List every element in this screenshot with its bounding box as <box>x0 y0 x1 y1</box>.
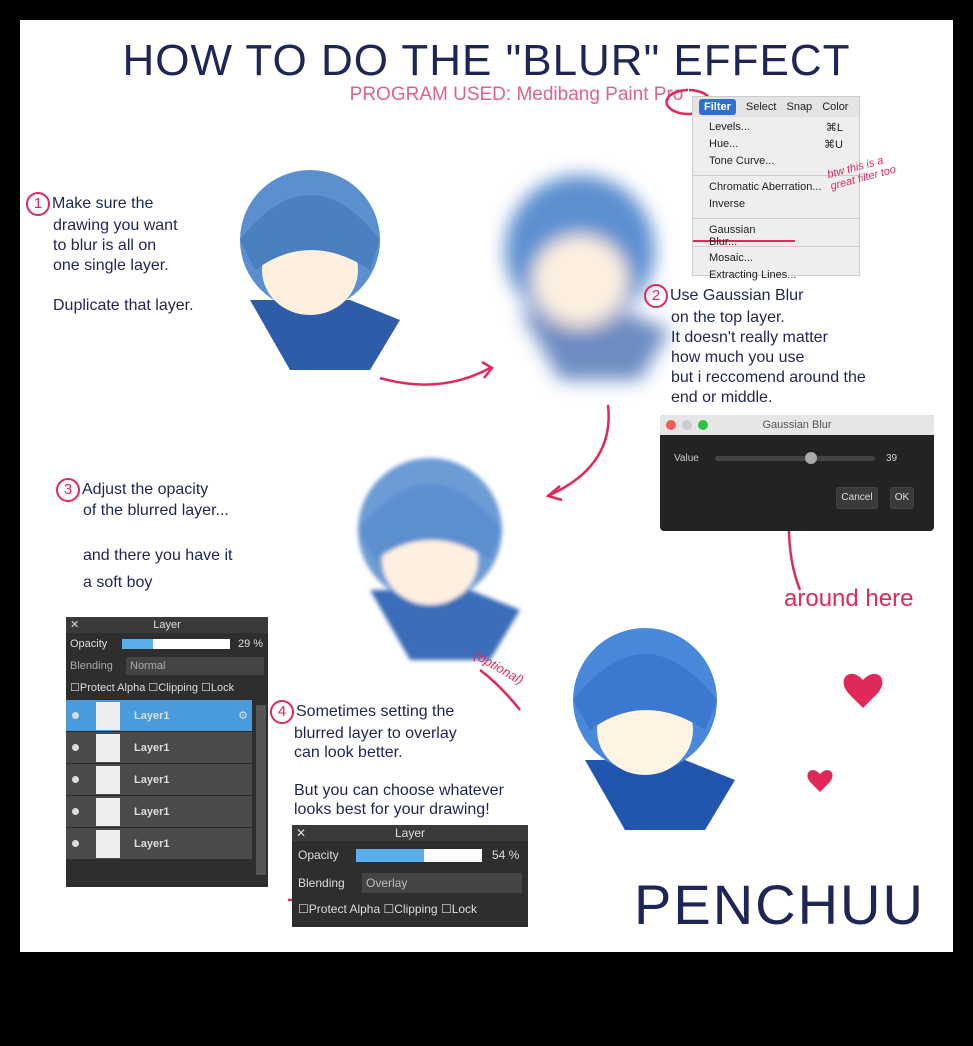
visibility-icon[interactable] <box>72 840 79 847</box>
layer-row[interactable]: Layer1 <box>66 795 252 827</box>
opacity-label: Opacity <box>298 848 339 862</box>
visibility-icon[interactable] <box>72 808 79 815</box>
opacity-value: 29 % <box>238 638 264 650</box>
blending-label: Blending <box>298 876 345 890</box>
signature: PENCHUU <box>634 873 925 936</box>
visibility-icon[interactable] <box>72 776 79 783</box>
close-icon[interactable]: ✕ <box>70 617 79 633</box>
gear-icon[interactable]: ⚙ <box>238 709 248 722</box>
character-original <box>240 170 400 370</box>
menu-snap[interactable]: Snap <box>786 101 812 113</box>
layer-row[interactable]: Layer1 <box>66 827 252 859</box>
menu-item-extracting-lines[interactable]: Extracting Lines... <box>693 268 859 285</box>
layer-row[interactable]: Layer1 <box>66 763 252 795</box>
opacity-label: Opacity <box>70 638 108 650</box>
value-slider[interactable] <box>715 452 875 464</box>
step-text: but i reccomend around the <box>671 369 866 386</box>
layer-panel: ✕ Layer Opacity 29 % Blending Normal ☐Pro… <box>66 617 268 887</box>
ok-button[interactable]: OK <box>890 487 914 509</box>
step-text: drawing you want <box>53 217 178 234</box>
step-text: one single layer. <box>53 257 169 274</box>
step-text: blurred layer to overlay <box>294 725 457 742</box>
step-text: It doesn't really matter <box>671 329 828 346</box>
protect-alpha-checkbox[interactable]: Protect Alpha <box>80 682 145 694</box>
scrollbar[interactable] <box>256 705 266 875</box>
layer-row[interactable]: Layer1 ⚙ <box>66 699 252 731</box>
menu-item-gaussian-blur[interactable]: Gaussian Blur... <box>693 223 795 248</box>
step-text: of the blurred layer... <box>83 502 229 519</box>
blending-label: Blending <box>70 660 113 672</box>
menu-filter[interactable]: Filter <box>699 99 736 115</box>
lock-checkbox[interactable]: Lock <box>211 682 234 694</box>
step-text: and there you have it <box>83 547 233 564</box>
visibility-icon[interactable] <box>72 744 79 751</box>
menu-item-hue[interactable]: Hue... ⌘U <box>693 137 859 154</box>
around-here-note: around here <box>784 585 914 612</box>
heart-icon <box>807 770 833 792</box>
character-soft <box>358 458 520 660</box>
step-1: 1 Make sure the drawing you want to blur … <box>26 192 194 316</box>
clipping-checkbox[interactable]: Clipping <box>158 682 198 694</box>
dialog-title: Gaussian Blur <box>762 419 832 431</box>
panel-title: Layer <box>394 826 426 840</box>
layer-row[interactable]: Layer1 <box>66 731 252 763</box>
step-text: end or middle. <box>671 389 773 406</box>
lock-checkbox[interactable]: Lock <box>452 902 477 916</box>
cancel-button[interactable]: Cancel <box>836 487 878 509</box>
heart-icon <box>843 673 883 708</box>
maximize-icon[interactable] <box>698 420 708 430</box>
opacity-value: 54 % <box>492 848 520 862</box>
infographic: HOW TO DO THE "BLUR" EFFECT PROGRAM USED… <box>20 20 953 952</box>
clipping-checkbox[interactable]: Clipping <box>394 902 437 916</box>
step-number: 2 <box>644 284 668 308</box>
slider-handle[interactable] <box>805 452 817 464</box>
step-text: on the top layer. <box>671 309 785 326</box>
step-text: a soft boy <box>83 574 153 591</box>
menu-select[interactable]: Select <box>746 101 777 113</box>
menu-item-inverse[interactable]: Inverse <box>693 197 859 214</box>
step-text: can look better. <box>294 744 403 761</box>
step-text: Duplicate that layer. <box>53 297 194 314</box>
close-icon[interactable] <box>666 420 676 430</box>
value-readout: 39 <box>886 453 898 464</box>
step-text: looks best for your drawing! <box>294 801 490 818</box>
close-icon[interactable]: ✕ <box>296 825 306 841</box>
gaussian-blur-dialog: Gaussian Blur Value 39 Cancel OK <box>660 415 934 531</box>
minimize-icon[interactable] <box>682 420 692 430</box>
step-text: Use Gaussian Blur <box>670 287 804 304</box>
menu-item-mosaic[interactable]: Mosaic... <box>693 251 859 268</box>
layer-panel-overlay: ✕ Layer Opacity 54 % Blending Overlay ☐Pr… <box>292 825 528 927</box>
step-text: But you can choose whatever <box>294 782 504 799</box>
visibility-icon[interactable] <box>72 712 79 719</box>
step-text: Adjust the opacity <box>82 481 209 498</box>
protect-alpha-checkbox[interactable]: Protect Alpha <box>309 902 380 916</box>
step-text: Make sure the <box>52 195 154 212</box>
opacity-slider[interactable] <box>356 848 482 862</box>
step-number: 1 <box>26 192 50 216</box>
step-2: 2 Use Gaussian Blur on the top layer. It … <box>644 284 866 408</box>
panel-title: Layer <box>153 619 181 631</box>
step-text: Sometimes setting the <box>296 703 455 720</box>
step-text: how much you use <box>671 349 805 366</box>
step-3: 3 Adjust the opacity of the blurred layer… <box>56 478 232 592</box>
menu-color[interactable]: Color <box>822 101 848 113</box>
step-number: 4 <box>270 700 294 724</box>
step-4: 4 Sometimes setting the blurred layer to … <box>270 700 504 819</box>
step-number: 3 <box>56 478 80 502</box>
opacity-slider[interactable] <box>122 639 230 649</box>
blending-select[interactable]: Normal <box>126 657 264 675</box>
blending-select[interactable]: Overlay <box>362 873 522 893</box>
menu-item-levels[interactable]: Levels... ⌘L <box>693 120 859 137</box>
step-text: to blur is all on <box>53 237 157 254</box>
character-overlay <box>573 628 735 830</box>
value-label: Value <box>674 453 699 464</box>
